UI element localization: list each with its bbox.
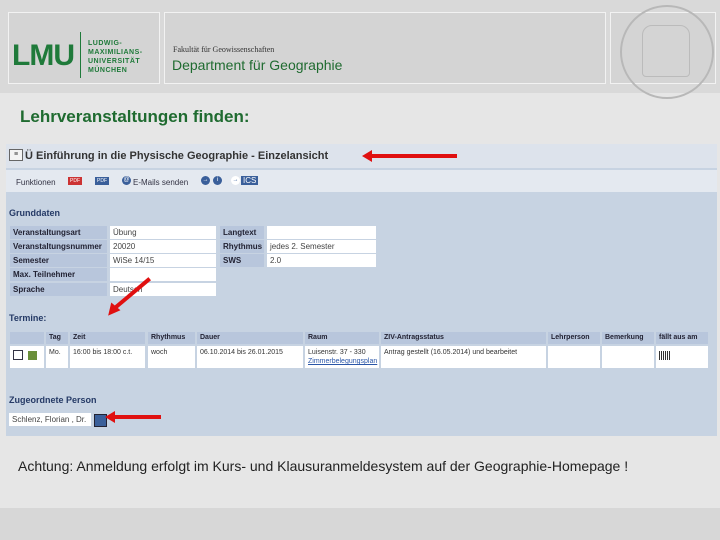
field-label: Veranstaltungsnummer [10, 240, 107, 253]
field-label: Rhythmus [220, 240, 264, 253]
column-header: Lehrperson [548, 332, 600, 344]
field-label: Sprache [10, 283, 107, 296]
university-line-1: LUDWIG- [88, 40, 123, 47]
pdf-export-button[interactable]: PDF [68, 177, 82, 185]
column-header: Dauer [197, 332, 303, 344]
nav-arrow-icon-2[interactable]: → [231, 176, 240, 185]
column-header: Rhythmus [148, 332, 195, 344]
arrow-title-shaft [370, 154, 457, 158]
field-label: SWS [220, 254, 264, 267]
faculty-name: Fakultät für Geowissenschaften [173, 45, 275, 54]
termine-heading: Termine: [9, 313, 47, 323]
table-cell: woch [148, 346, 195, 368]
field-label: Veranstaltungsart [10, 226, 107, 239]
registration-note: Achtung: Anmeldung erfolgt im Kurs- und … [18, 458, 629, 474]
lmu-logo: LMU [12, 39, 75, 72]
column-header: Raum [305, 332, 379, 344]
course-title: Ü Einführung in die Physische Geographie… [25, 150, 329, 162]
room-plan-link[interactable]: Zimmerbelegungsplan [308, 358, 377, 365]
column-header: ZIV-Antragsstatus [381, 332, 546, 344]
person-name[interactable]: Schlenz, Florian , Dr. [9, 413, 91, 426]
arrow-title-head [362, 150, 372, 162]
table-cell-room: Luisenstr. 37 - 330 Zimmerbelegungsplan [305, 346, 379, 368]
field-value: Deutsch [110, 283, 216, 296]
column-header-actions [10, 332, 44, 344]
pdf-print-button[interactable]: PDF [95, 177, 109, 185]
barcode-icon [659, 351, 671, 360]
course-toolbar [6, 170, 717, 192]
logo-divider [80, 32, 81, 78]
seal-figure [642, 25, 690, 77]
room-name: Luisenstr. 37 - 330 [308, 349, 366, 356]
column-header: Zeit [70, 332, 145, 344]
checkbox-icon[interactable] [13, 350, 23, 360]
university-line-3: UNIVERSITÄT [88, 58, 141, 65]
page-heading: Lehrveranstaltungen finden: [20, 107, 250, 126]
table-cell [656, 346, 708, 368]
table-cell: 06.10.2014 bis 26.01.2015 [197, 346, 303, 368]
table-cell: Antrag gestellt (16.05.2014) und bearbei… [381, 346, 546, 368]
document-icon: ≡ [9, 149, 23, 161]
column-header: Tag [46, 332, 68, 344]
table-cell [548, 346, 600, 368]
table-cell: 16:00 bis 18:00 c.t. [70, 346, 145, 368]
info-icon[interactable]: i [213, 176, 222, 185]
field-label: Langtext [220, 226, 264, 239]
field-label: Semester [10, 254, 107, 267]
field-value: WiSe 14/15 [110, 254, 216, 267]
table-cell [602, 346, 654, 368]
funktionen-label: Funktionen [16, 178, 56, 187]
department-name: Department für Geographie [172, 57, 343, 73]
table-cell: Mo. [46, 346, 68, 368]
email-icon: @ [122, 176, 131, 185]
table-row-actions [10, 346, 44, 368]
field-value: 20020 [110, 240, 216, 253]
university-line-4: MÜNCHEN [88, 67, 128, 74]
email-send-link[interactable]: E-Mails senden [133, 178, 188, 187]
grunddaten-heading: Grunddaten [9, 208, 60, 218]
page-footer [0, 508, 720, 540]
field-value [267, 226, 376, 239]
calendar-icon[interactable] [27, 351, 37, 360]
field-value: 2.0 [267, 254, 376, 267]
arrow-person-head [105, 411, 115, 423]
person-heading: Zugeordnete Person [9, 395, 97, 405]
column-header: Bemerkung [602, 332, 654, 344]
university-line-2: MAXIMILIANS- [88, 49, 143, 56]
university-name: LUDWIG- MAXIMILIANS- UNIVERSITÄT MÜNCHEN [88, 39, 143, 75]
nav-arrow-icon[interactable]: → [201, 176, 210, 185]
ics-export-button[interactable]: ICS [241, 176, 259, 185]
field-value [110, 268, 216, 281]
field-label: Max. Teilnehmer [10, 268, 107, 281]
field-value: Übung [110, 226, 216, 239]
arrow-person-shaft [114, 415, 161, 419]
field-value: jedes 2. Semester [267, 240, 376, 253]
column-header: fällt aus am [656, 332, 708, 344]
